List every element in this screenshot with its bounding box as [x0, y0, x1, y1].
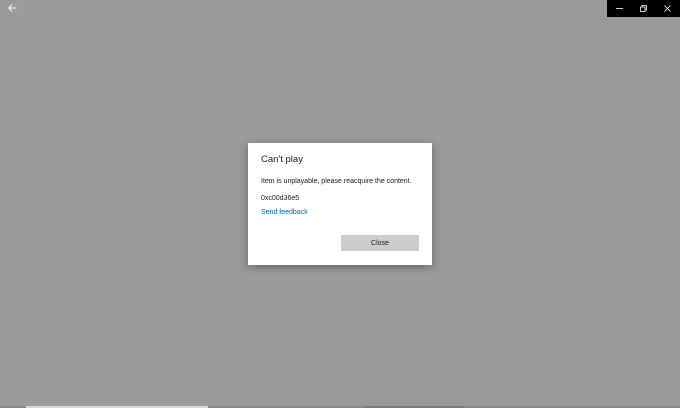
app-window: Can't play Item is unplayable, please re…	[0, 0, 680, 408]
dialog-message: Item is unplayable, please reacquire the…	[261, 178, 412, 185]
dialog-title: Can't play	[261, 154, 303, 165]
back-button[interactable]	[4, 2, 20, 16]
minimize-button[interactable]	[607, 0, 631, 17]
close-icon	[664, 5, 672, 12]
restore-icon	[640, 5, 647, 12]
minimize-icon	[615, 5, 623, 12]
back-arrow-icon	[7, 3, 17, 15]
close-button[interactable]: Close	[341, 235, 419, 251]
restore-button[interactable]	[631, 0, 655, 17]
close-window-button[interactable]	[656, 0, 680, 17]
error-dialog: Can't play Item is unplayable, please re…	[248, 143, 432, 265]
send-feedback-link[interactable]: Send feedback	[261, 209, 308, 216]
window-controls	[607, 0, 680, 17]
error-code: 0xc00d36e5	[261, 195, 300, 202]
